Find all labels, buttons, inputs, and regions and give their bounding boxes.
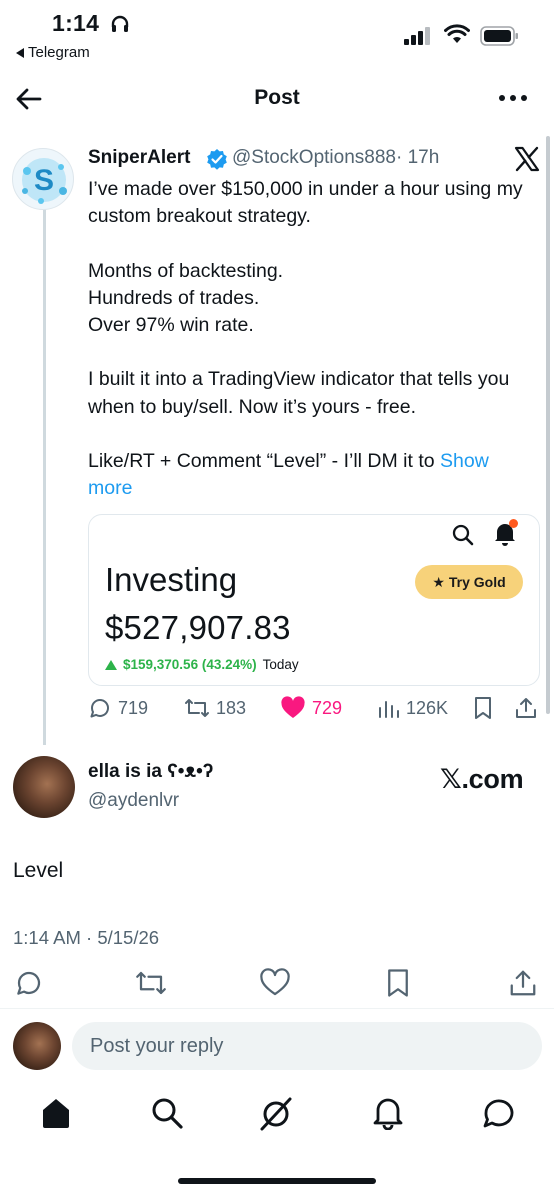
page-title: Post	[254, 86, 300, 109]
grok-icon[interactable]	[258, 1096, 294, 1132]
search-icon[interactable]	[150, 1096, 184, 1130]
share-icon	[510, 970, 536, 996]
notifications-icon[interactable]	[372, 1096, 404, 1130]
signal-icon	[404, 27, 432, 45]
headphones-icon	[110, 14, 130, 34]
gain-period: Today	[262, 657, 299, 672]
reply-text: Level	[13, 859, 64, 882]
reply-like-button[interactable]	[259, 968, 291, 998]
reply-author-avatar[interactable]	[13, 756, 75, 818]
verified-icon	[206, 148, 228, 170]
try-gold-label: Try Gold	[448, 574, 506, 590]
author-handle-and-time[interactable]: @StockOptions888· 17h	[232, 147, 439, 169]
post-body: I’ve made over $150,000 in under a hour …	[88, 176, 538, 502]
author-name[interactable]: SniperAlert	[88, 147, 190, 169]
reply-reply-button[interactable]	[14, 968, 44, 998]
search-icon	[451, 523, 475, 547]
more-icon[interactable]	[498, 88, 528, 108]
repost-icon	[185, 699, 209, 717]
up-arrow-icon	[105, 659, 117, 670]
thread-line	[43, 205, 46, 745]
back-triangle-icon	[16, 47, 24, 58]
like-count: 729	[312, 697, 343, 718]
views-icon	[379, 701, 399, 718]
x-com-label: 𝕏.com	[440, 764, 524, 794]
reply-count: 719	[118, 697, 149, 718]
notification-dot	[509, 519, 518, 528]
reply-icon	[17, 971, 41, 995]
svg-text:S: S	[34, 164, 54, 197]
reply-repost-button[interactable]	[134, 968, 168, 998]
views-count: 126K	[406, 697, 449, 718]
gain-row: $159,370.56 (43.24%) Today	[105, 657, 299, 672]
back-to-app[interactable]: Telegram	[16, 44, 90, 61]
scrollbar[interactable]	[546, 136, 550, 714]
share-button[interactable]	[514, 696, 538, 720]
repost-count: 183	[216, 697, 247, 718]
composer-avatar[interactable]	[13, 1022, 61, 1070]
repost-button[interactable]: 183	[184, 696, 246, 720]
author-handle: @StockOptions888	[232, 147, 396, 168]
star-icon: ★	[432, 573, 445, 590]
reply-icon	[90, 699, 109, 718]
repost-icon	[136, 971, 166, 995]
divider	[0, 1008, 554, 1009]
gain-value: $159,370.56 (43.24%)	[123, 657, 257, 672]
wifi-icon	[444, 24, 470, 44]
reply-input[interactable]: Post your reply	[72, 1022, 542, 1070]
reply-share-button[interactable]	[508, 968, 538, 998]
messages-icon[interactable]	[482, 1096, 516, 1130]
reply-button[interactable]: 719	[88, 696, 148, 720]
sniperalert-avatar[interactable]: S	[12, 148, 74, 210]
heart-icon	[281, 696, 305, 718]
bookmark-icon	[388, 969, 408, 997]
reply-author-handle[interactable]: @aydenlvr	[88, 790, 179, 812]
bookmark-button[interactable]	[472, 696, 494, 720]
reply-bookmark-button[interactable]	[384, 968, 412, 998]
reply-timestamp: 1:14 AM · 5/15/26	[13, 927, 160, 948]
back-app-label: Telegram	[28, 44, 90, 61]
views-button[interactable]: 126K	[376, 696, 448, 720]
home-icon[interactable]	[40, 1096, 72, 1130]
post-body-text: I’ve made over $150,000 in under a hour …	[88, 178, 523, 473]
post-time: · 17h	[396, 147, 440, 168]
card-title: Investing	[105, 561, 238, 598]
try-gold-button: ★ Try Gold	[415, 565, 523, 599]
home-indicator	[178, 1178, 376, 1184]
x-logo-icon	[514, 146, 540, 172]
like-button[interactable]: 729	[280, 696, 342, 720]
battery-icon	[480, 26, 520, 46]
portfolio-value: $527,907.83	[105, 609, 291, 646]
status-time: 1:14	[52, 10, 100, 36]
bookmark-icon	[475, 697, 491, 719]
share-icon	[516, 698, 536, 718]
reply-input-placeholder: Post your reply	[90, 1034, 224, 1057]
investing-card-image[interactable]: Investing $527,907.83 ★ Try Gold $159,370…	[88, 514, 540, 686]
reply-author-name[interactable]: ella is ia ʕ•ᴥ•ʔ	[88, 761, 213, 783]
heart-icon	[260, 968, 290, 996]
